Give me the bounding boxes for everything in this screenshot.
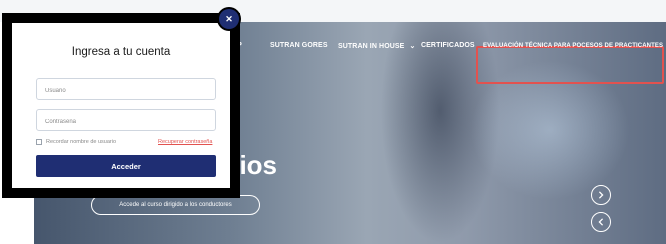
close-icon: ✕: [225, 13, 233, 24]
login-submit-button[interactable]: Acceder: [36, 155, 216, 177]
modal-close-button[interactable]: ✕: [219, 9, 239, 29]
nav-item-certificados[interactable]: CERTIFICADOS: [421, 42, 475, 49]
remember-label: Recordar nombre de usuario: [46, 139, 117, 145]
remember-checkbox[interactable]: [36, 139, 42, 145]
login-modal: Ingresa a tu cuenta Recordar nombre de u…: [2, 13, 240, 198]
remember-row: Recordar nombre de usuario: [36, 139, 116, 145]
nav-highlight-box: [476, 46, 664, 84]
slider-next-button[interactable]: [591, 185, 611, 205]
modal-title: Ingresa a tu cuenta: [71, 46, 171, 58]
nav-item-sutran-in-house[interactable]: SUTRAN IN HOUSE ⌄: [338, 42, 415, 50]
username-field[interactable]: [36, 78, 216, 101]
nav-item-sutran-in-house-label: SUTRAN IN HOUSE: [338, 43, 405, 50]
password-field[interactable]: [36, 109, 216, 132]
chevron-left-icon: [598, 218, 604, 226]
chevron-down-icon: ⌄: [409, 43, 416, 50]
recover-password-link[interactable]: Recuperar contraseña: [158, 139, 212, 145]
password-input[interactable]: [37, 112, 215, 132]
nav-item-sutran-gores[interactable]: SUTRAN GORES: [270, 42, 328, 49]
chevron-right-icon: [598, 191, 604, 199]
course-cta-button[interactable]: Accede al curso dirigido a los conductor…: [91, 195, 260, 215]
username-input[interactable]: [37, 81, 215, 101]
slider-prev-button[interactable]: [591, 212, 611, 232]
nav-item-evaluacion-tecnica[interactable]: EVALUACIÓN TÉCNICA PARA POCESOS DE PRACT…: [483, 43, 663, 49]
